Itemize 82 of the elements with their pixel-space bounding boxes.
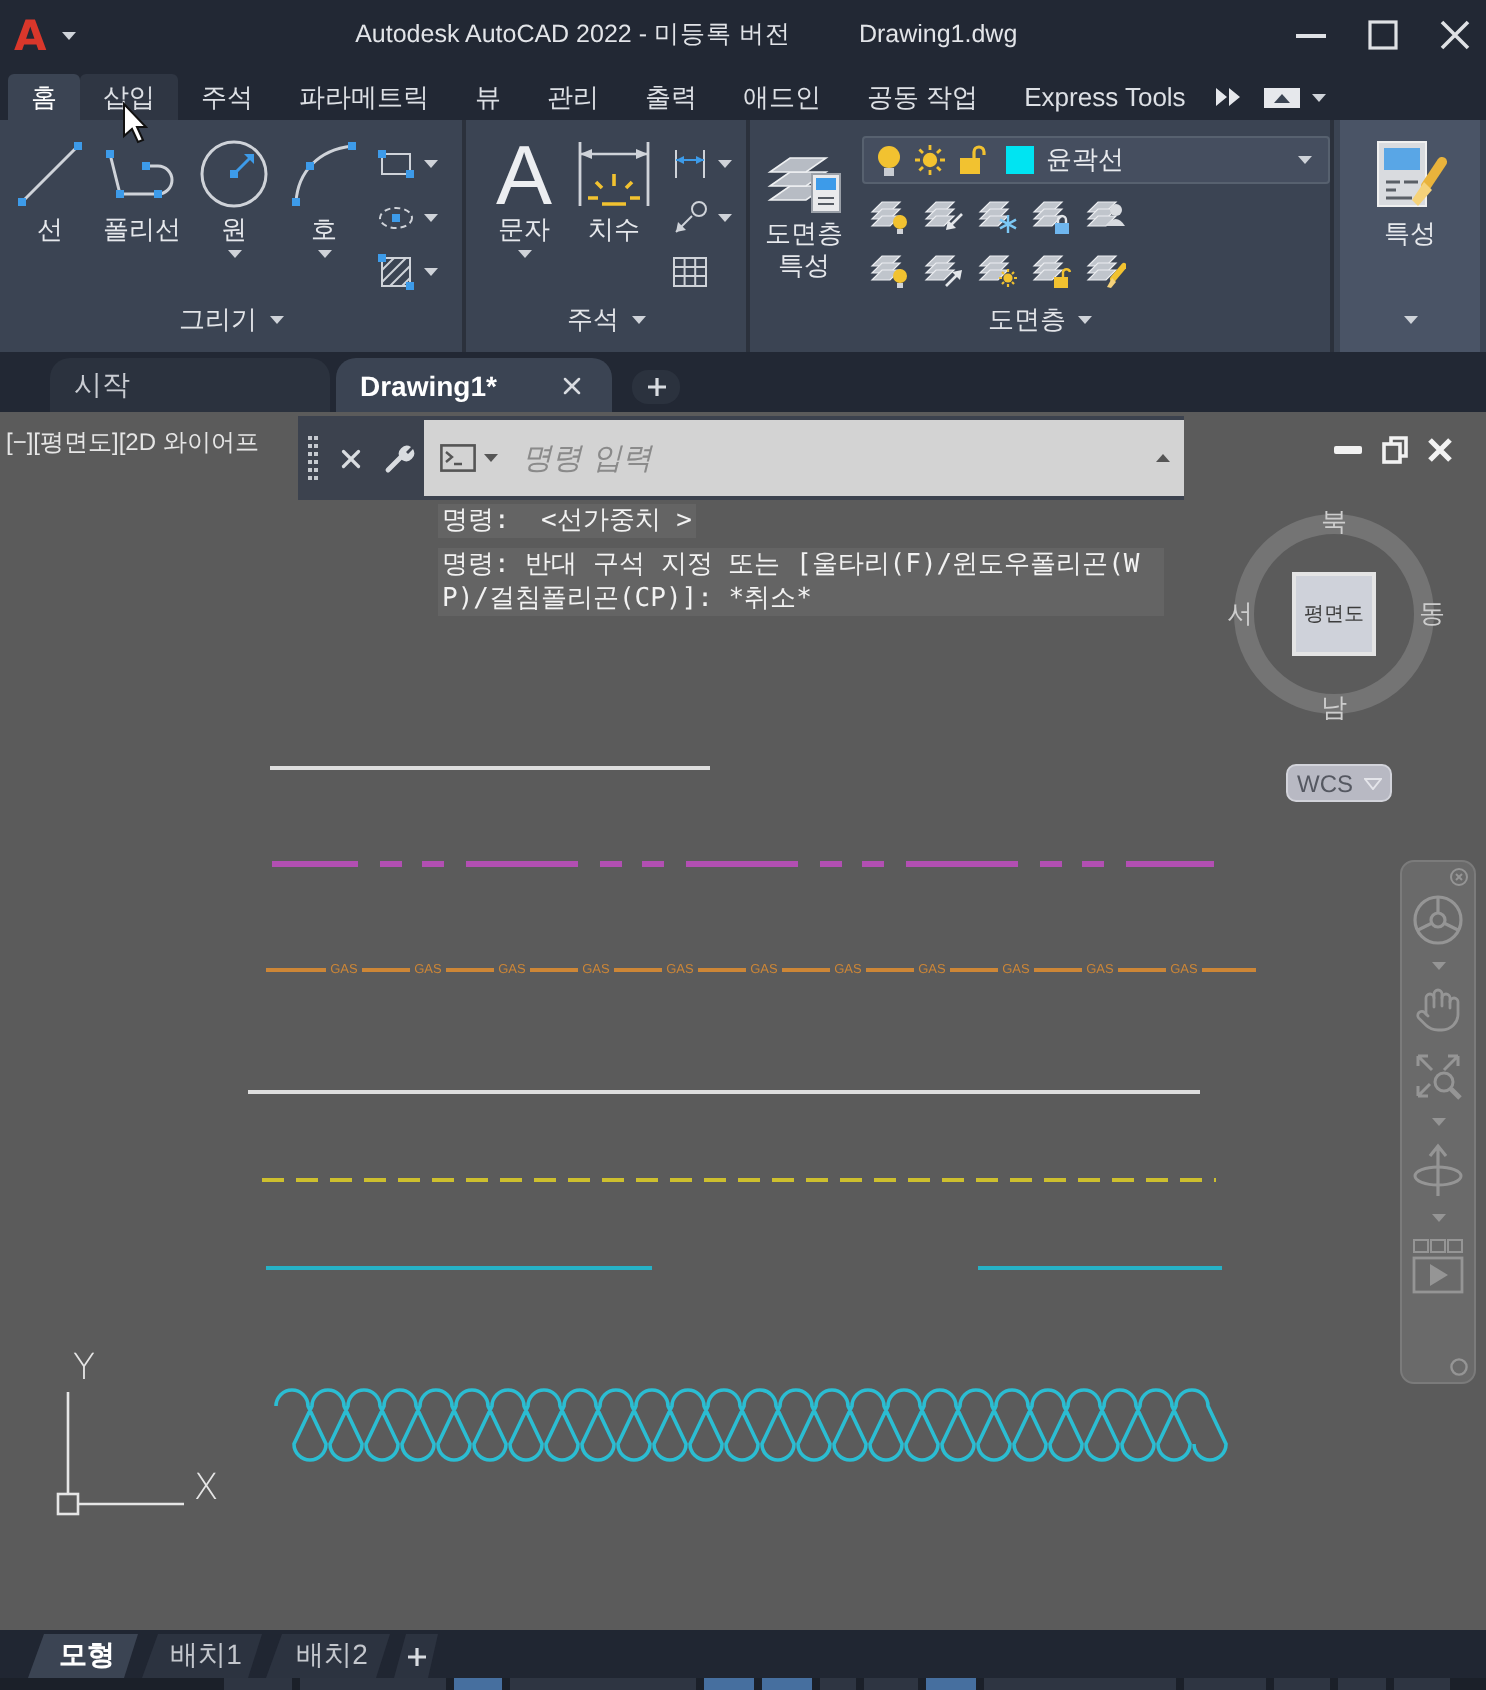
leader-icon[interactable] [670,198,710,238]
wrench-icon[interactable] [384,442,416,474]
arc-icon [288,138,360,210]
viewport-label[interactable]: [−][평면도][2D 와이어프 [6,428,259,458]
ucs-icon [56,1390,186,1516]
ribbon-tool-button[interactable]: 치수 [570,138,658,246]
ribbon-tab[interactable]: 출력 [622,74,720,120]
axis-label: X [193,1467,219,1509]
double-chevron-icon[interactable] [1216,88,1241,106]
caret-icon [1078,316,1092,324]
table-icon[interactable] [670,252,710,292]
caret-icon [1363,777,1381,789]
ribbon-tab[interactable]: 애드인 [720,74,844,120]
caret-icon[interactable] [424,214,438,222]
grip-icon[interactable] [308,436,318,480]
restore-icon[interactable] [1382,436,1408,464]
text-icon: A [488,138,560,210]
plus-icon [407,1647,425,1665]
caret-icon[interactable] [424,268,438,276]
ribbon-tool-button[interactable]: 선 [4,138,96,246]
terminal-icon[interactable] [440,444,476,472]
caret-icon [269,316,283,324]
layers-arrow-icon[interactable] [924,196,964,236]
panel-toggle-icon[interactable] [1264,87,1301,107]
ribbon-tool-button[interactable]: 폴리선 [96,138,188,246]
document-tab[interactable]: Drawing1* [336,358,612,412]
minimize-icon[interactable] [1296,33,1326,37]
layers-arrow-icon[interactable] [924,250,964,290]
caret-up-icon[interactable] [1156,454,1170,462]
file-name: Drawing1.dwg [858,18,1018,52]
ribbon-tab[interactable]: 공동 작업 [844,74,1002,120]
window-title: Autodesk AutoCAD 2022 - 미등록 버전 [355,18,791,52]
layers-bulb-icon[interactable] [870,196,910,236]
linear-dimension-icon[interactable] [670,144,710,184]
layout-tab[interactable]: 배치2 [266,1634,390,1678]
caret-icon[interactable] [1312,93,1327,101]
ucs-menu-button[interactable]: WCS [1286,764,1392,802]
ribbon-tab[interactable]: Express Tools [1001,74,1209,120]
ribbon-tab[interactable]: 뷰 [452,74,524,120]
new-layout-button[interactable] [394,1634,438,1678]
plus-icon [647,378,665,396]
ribbon-tab[interactable]: 파라메트릭 [276,74,452,120]
ribbon-tool-button[interactable]: 호 [280,138,368,258]
layers-sun-icon[interactable] [978,250,1018,290]
caret-icon[interactable] [1403,316,1417,324]
ribbon-tool-button[interactable]: 도면층 특성 [758,138,850,282]
rectangle-icon[interactable] [376,144,416,184]
panel-title[interactable]: 주석 [563,300,649,340]
axis-label: Y [73,1347,95,1389]
dimension-icon [574,138,654,210]
ribbon-tab[interactable]: 삽입 [80,74,178,120]
line-icon [14,138,86,210]
layers-brush-icon[interactable] [1086,250,1126,290]
layers-snowflake-icon[interactable] [978,196,1018,236]
viewcube-face[interactable]: 평면도 [1292,572,1376,656]
panel-title[interactable]: 도면층 [984,300,1096,340]
new-tab-button[interactable] [632,370,680,404]
caret-icon[interactable] [718,214,732,222]
layers-lock-icon[interactable] [1032,196,1072,236]
document-tab[interactable]: 시작 [50,358,330,412]
caret-icon [631,316,645,324]
layer-dropdown[interactable]: 윤곽선 [862,136,1330,184]
ribbon-tab[interactable]: 관리 [524,74,622,120]
ribbon-tool-button[interactable]: A 문자 [478,138,570,258]
caret-icon[interactable] [424,160,438,168]
caret-icon[interactable] [62,31,77,39]
caret-icon [1298,156,1312,164]
layout-tab[interactable]: 모형 [28,1634,138,1678]
hatch-icon[interactable] [376,252,416,292]
circle-icon [198,138,270,210]
maximize-icon[interactable] [1368,20,1398,50]
layers-bulb-icon[interactable] [870,250,910,290]
panel-title[interactable]: 그리기 [175,300,287,340]
layout-tab[interactable]: 배치1 [142,1634,262,1678]
command-bar[interactable]: 명령 입력 [424,420,1184,496]
caret-icon[interactable] [484,454,498,462]
ribbon-tab[interactable]: 주석 [178,74,276,120]
ribbon-tool-button[interactable]: 원 [188,138,280,258]
command-input[interactable]: 명령 입력 [522,434,1148,482]
layers-unlock-icon[interactable] [1032,250,1072,290]
ribbon-tab[interactable]: 홈 [8,74,80,120]
caret-icon[interactable] [718,160,732,168]
